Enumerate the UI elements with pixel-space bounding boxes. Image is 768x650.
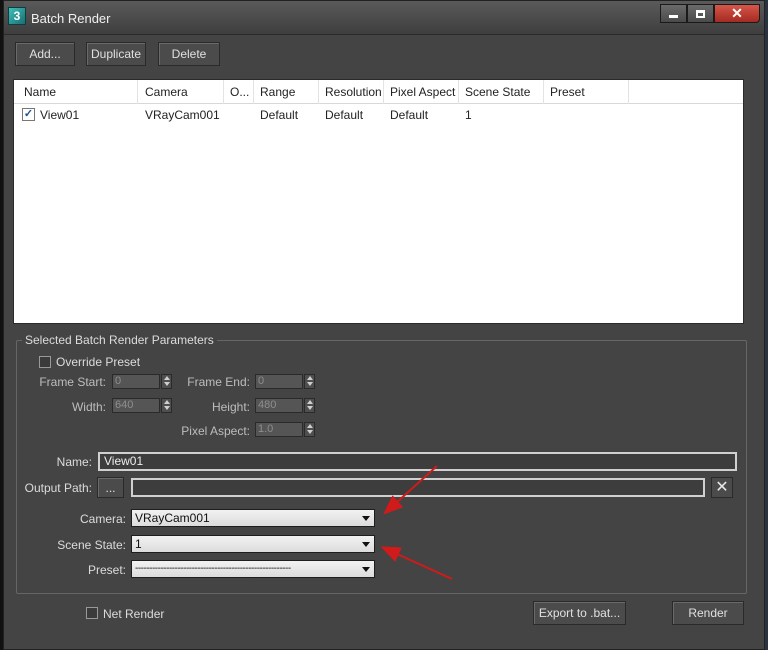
annotation-arrows [380, 465, 453, 580]
export-bat-button[interactable]: Export to .bat... [533, 601, 626, 625]
render-button[interactable]: Render [672, 601, 744, 625]
annotation-arrow-scene-state [380, 546, 453, 580]
annotation-arrow-camera [383, 465, 438, 515]
net-render-label: Net Render [103, 607, 165, 621]
net-render-checkbox[interactable] [86, 607, 98, 619]
